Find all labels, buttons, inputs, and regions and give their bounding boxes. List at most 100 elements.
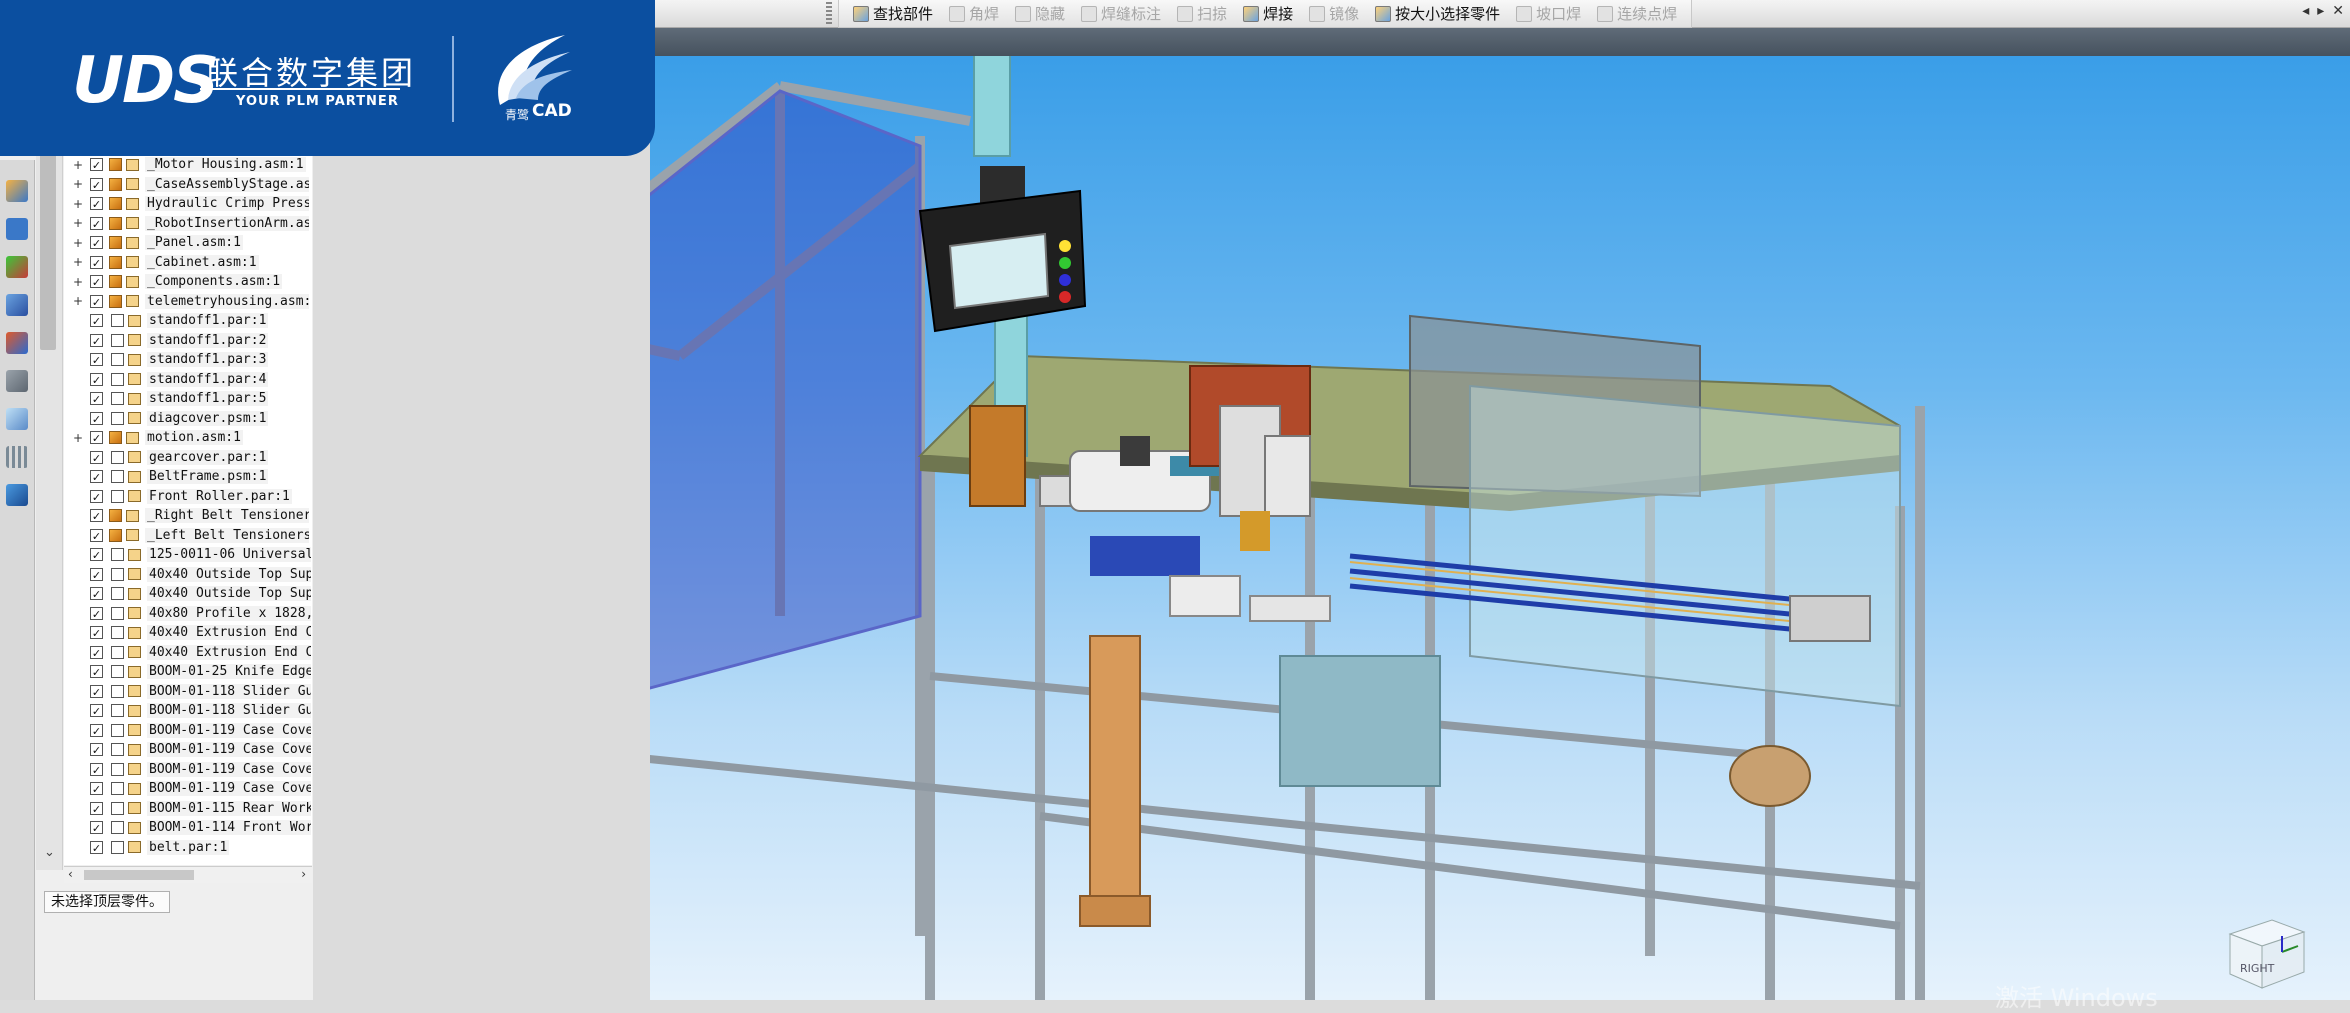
- expand-icon[interactable]: +: [72, 432, 84, 444]
- tree-item[interactable]: ✓ BOOM-01-25 Knife Edge: [64, 662, 312, 681]
- visibility-checkbox[interactable]: ✓: [90, 840, 103, 855]
- expand-icon[interactable]: +: [72, 256, 84, 268]
- tree-item[interactable]: ✓ BOOM-01-119 Case Cove: [64, 760, 312, 779]
- tree-item[interactable]: ✓ 125-0011-06 Universal: [64, 545, 312, 564]
- visibility-checkbox[interactable]: ✓: [90, 353, 103, 367]
- tree-item[interactable]: ✓ standoff1.par:3: [64, 350, 312, 369]
- expand-icon[interactable]: +: [72, 295, 84, 307]
- tree-item[interactable]: ✓ 40x40 Extrusion End C: [64, 623, 312, 642]
- visibility-checkbox[interactable]: ✓: [90, 684, 103, 699]
- expand-icon[interactable]: +: [72, 237, 84, 249]
- active-checkbox[interactable]: [111, 684, 124, 698]
- tree-item[interactable]: ✓ BeltFrame.psm:1: [64, 467, 312, 486]
- visibility-checkbox[interactable]: ✓: [90, 470, 103, 484]
- tree-item[interactable]: + ✓ _Panel.asm:1: [64, 233, 312, 252]
- tree-item[interactable]: ✓ BOOM-01-119 Case Cove: [64, 779, 312, 798]
- tree-item[interactable]: ✓ BOOM-01-115 Rear Work: [64, 799, 312, 818]
- tree-item[interactable]: ✓ _Right Belt Tensioner: [64, 506, 312, 525]
- tree-item[interactable]: + ✓ _Cabinet.asm:1: [64, 253, 312, 272]
- visibility-checkbox[interactable]: ✓: [90, 275, 103, 289]
- visibility-checkbox[interactable]: ✓: [90, 177, 103, 192]
- visibility-checkbox[interactable]: ✓: [90, 548, 103, 562]
- expand-icon[interactable]: +: [72, 198, 84, 210]
- help-icon[interactable]: [6, 218, 28, 240]
- expand-icon[interactable]: +: [72, 159, 84, 171]
- active-checkbox[interactable]: [111, 470, 124, 483]
- tree-item[interactable]: ✓ BOOM-01-119 Case Cove: [64, 721, 312, 740]
- tree-hscroll-thumb[interactable]: [84, 870, 194, 880]
- visibility-checkbox[interactable]: ✓: [90, 723, 103, 738]
- tree-item[interactable]: + ✓ _Components.asm:1: [64, 272, 312, 291]
- toolbar-button-1[interactable]: 角焊: [941, 2, 1007, 26]
- settings-gear-icon[interactable]: [6, 484, 28, 506]
- active-checkbox[interactable]: [111, 567, 124, 581]
- visibility-checkbox[interactable]: ✓: [90, 158, 103, 172]
- camera-icon[interactable]: [6, 408, 28, 430]
- tree-item[interactable]: ✓ _Left Belt Tensioners: [64, 526, 312, 545]
- visibility-checkbox[interactable]: ✓: [90, 509, 103, 523]
- active-checkbox[interactable]: [111, 743, 124, 756]
- visibility-checkbox[interactable]: ✓: [90, 294, 103, 309]
- close-icon[interactable]: ✕: [2332, 3, 2344, 19]
- tree-item[interactable]: ✓ 40x40 Extrusion End C: [64, 643, 312, 662]
- next-arrow-icon[interactable]: ▸: [2317, 3, 2324, 19]
- toolbar-button-9[interactable]: 连续点焊: [1589, 2, 1685, 26]
- tree-item[interactable]: ✓ standoff1.par:2: [64, 331, 312, 350]
- tree-hscroll[interactable]: ‹ ›: [64, 866, 312, 883]
- toolbar-button-0[interactable]: 查找部件: [845, 2, 941, 26]
- visibility-checkbox[interactable]: ✓: [90, 704, 103, 718]
- toolbar-button-6[interactable]: 镜像: [1301, 2, 1367, 26]
- active-checkbox[interactable]: [111, 840, 124, 854]
- visibility-checkbox[interactable]: ✓: [90, 801, 103, 816]
- active-checkbox[interactable]: [111, 782, 124, 795]
- visibility-checkbox[interactable]: ✓: [90, 567, 103, 582]
- layers-icon[interactable]: [6, 256, 28, 278]
- scroll-left-icon[interactable]: ‹: [68, 867, 73, 881]
- toolbar-button-7[interactable]: 按大小选择零件: [1367, 2, 1508, 26]
- toolbar-button-2[interactable]: 隐藏: [1007, 2, 1073, 26]
- display-icon[interactable]: [6, 332, 28, 354]
- view-cube[interactable]: RIGHT: [2222, 912, 2312, 992]
- active-checkbox[interactable]: [111, 314, 124, 327]
- tree-item[interactable]: ✓ BOOM-01-118 Slider Gu: [64, 701, 312, 720]
- select-icon[interactable]: [6, 446, 28, 468]
- visibility-checkbox[interactable]: ✓: [90, 314, 103, 328]
- active-checkbox[interactable]: [111, 665, 124, 678]
- active-checkbox[interactable]: [111, 801, 124, 815]
- tree-item[interactable]: + ✓ _CaseAssemblyStage.as: [64, 175, 312, 194]
- active-checkbox[interactable]: [111, 450, 124, 464]
- active-checkbox[interactable]: [111, 411, 124, 425]
- visibility-checkbox[interactable]: ✓: [90, 762, 103, 777]
- expand-icon[interactable]: +: [72, 276, 84, 288]
- visibility-checkbox[interactable]: ✓: [90, 743, 103, 757]
- visibility-checkbox[interactable]: ✓: [90, 392, 103, 406]
- visibility-checkbox[interactable]: ✓: [90, 197, 103, 211]
- visibility-checkbox[interactable]: ✓: [90, 665, 103, 679]
- toolbar-grip[interactable]: [826, 2, 832, 24]
- active-checkbox[interactable]: [111, 704, 124, 717]
- tree-item[interactable]: ✓ 40x40 Outside Top Sup: [64, 565, 312, 584]
- tree-item[interactable]: ✓ belt.par:1: [64, 838, 312, 857]
- active-checkbox[interactable]: [111, 587, 124, 600]
- tree-item[interactable]: ✓ standoff1.par:4: [64, 370, 312, 389]
- visibility-checkbox[interactable]: ✓: [90, 431, 103, 445]
- tree-item[interactable]: ✓ gearcover.par:1: [64, 448, 312, 467]
- tree-vscroll-thumb[interactable]: [40, 150, 56, 350]
- tree-item[interactable]: ✓ standoff1.par:5: [64, 389, 312, 408]
- tree-item[interactable]: ✓ Front Roller.par:1: [64, 487, 312, 506]
- active-checkbox[interactable]: [111, 489, 124, 503]
- wrench-icon[interactable]: [6, 370, 28, 392]
- expand-icon[interactable]: +: [72, 217, 84, 229]
- toolbar-button-8[interactable]: 坡口焊: [1508, 2, 1589, 26]
- visibility-checkbox[interactable]: ✓: [90, 333, 103, 348]
- visibility-checkbox[interactable]: ✓: [90, 587, 103, 601]
- active-checkbox[interactable]: [111, 353, 124, 366]
- visibility-checkbox[interactable]: ✓: [90, 489, 103, 504]
- tree-item[interactable]: ✓ 40x80 Profile x 1828,: [64, 604, 312, 623]
- active-checkbox[interactable]: [111, 392, 124, 405]
- relationships-icon[interactable]: [6, 294, 28, 316]
- visibility-checkbox[interactable]: ✓: [90, 450, 103, 465]
- active-checkbox[interactable]: [111, 372, 124, 386]
- visibility-checkbox[interactable]: ✓: [90, 645, 103, 660]
- visibility-checkbox[interactable]: ✓: [90, 626, 103, 640]
